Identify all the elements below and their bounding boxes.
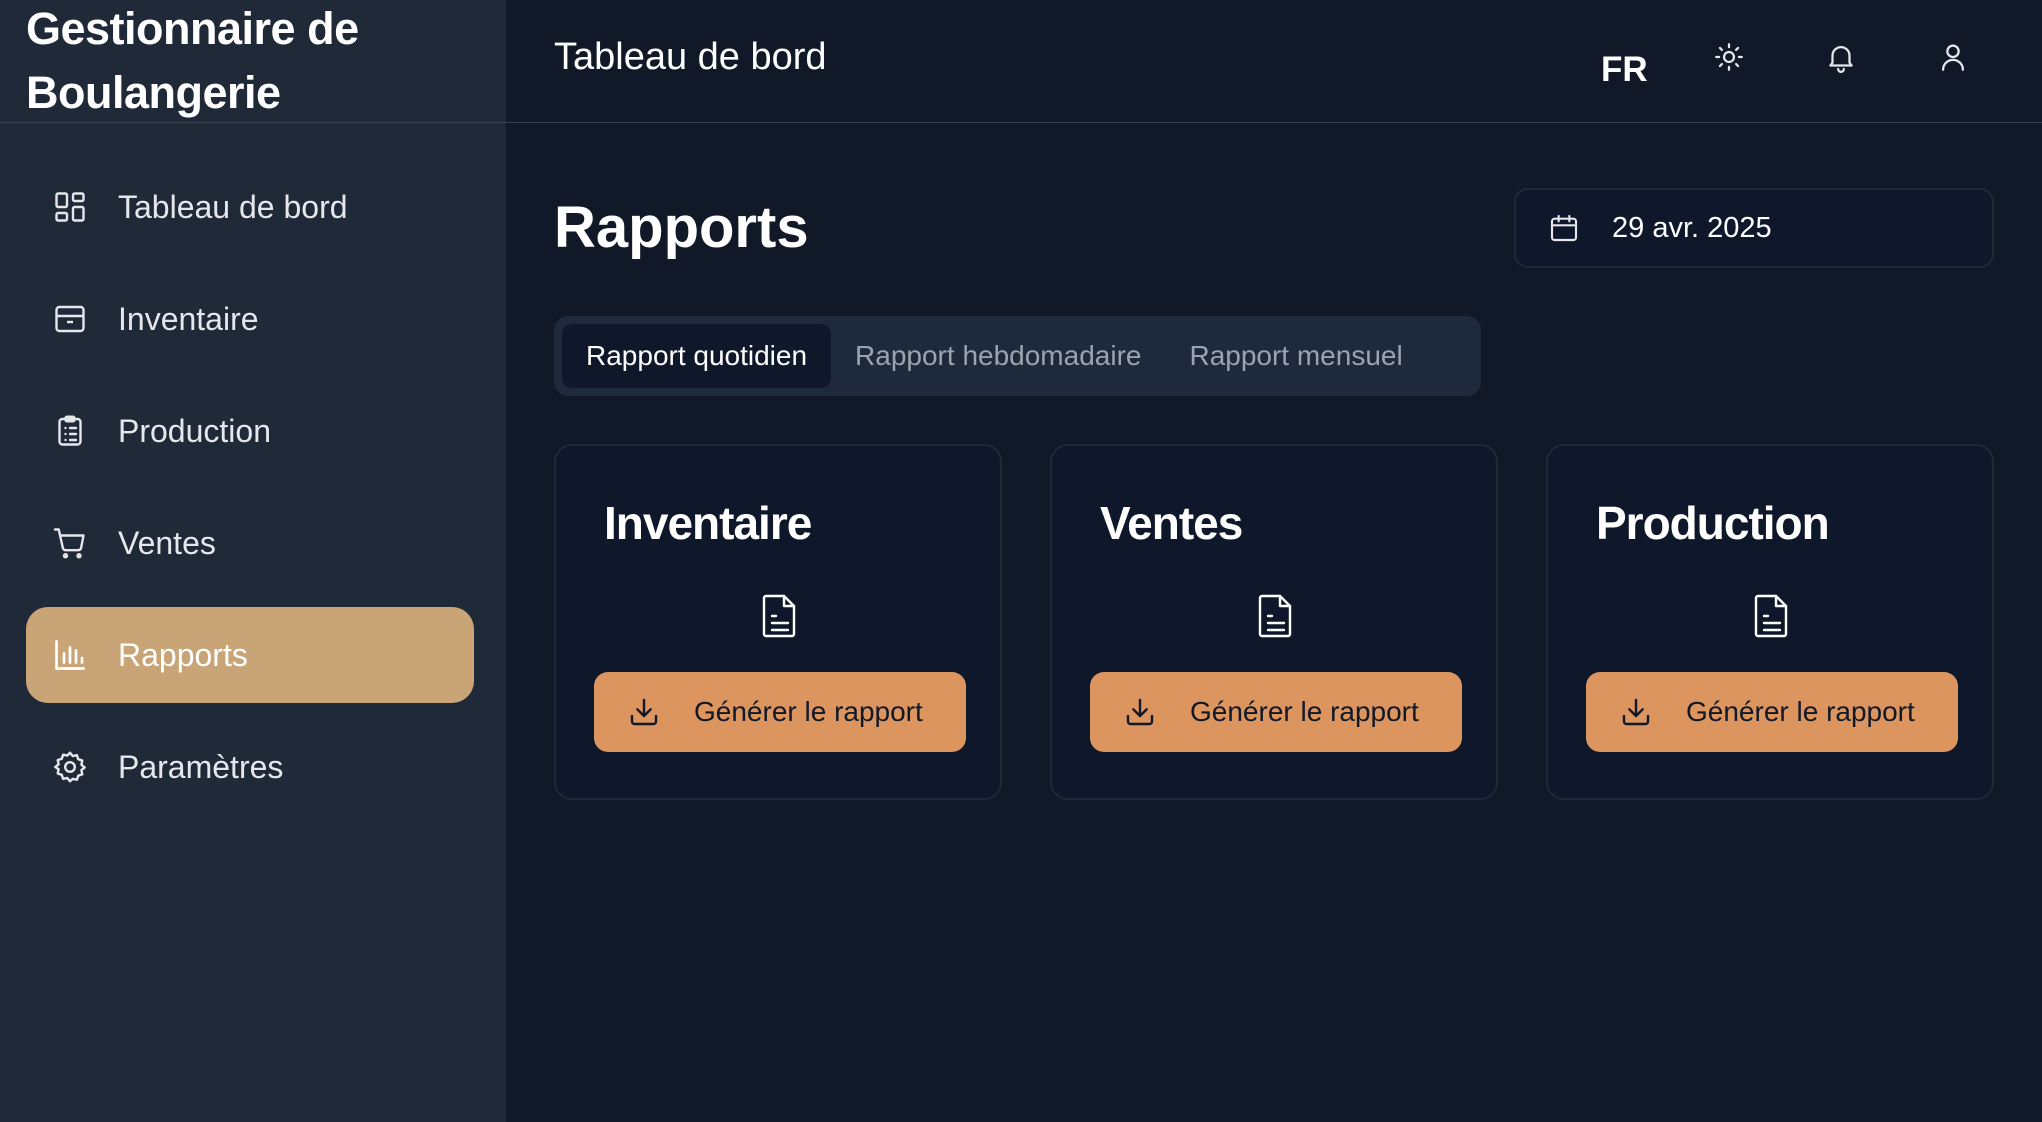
report-card-inventory: Inventaire Générer le rapport — [554, 444, 1002, 800]
app-title: Gestionnaire de Boulangerie — [26, 3, 359, 118]
shopping-cart-icon — [52, 525, 88, 561]
sidebar-item-label: Paramètres — [118, 748, 284, 785]
sidebar-item-label: Ventes — [118, 524, 216, 561]
sidebar-item-label: Tableau de bord — [118, 188, 348, 225]
generate-report-button[interactable]: Générer le rapport — [594, 672, 966, 752]
sidebar-item-label: Rapports — [118, 636, 248, 673]
dashboard-icon — [52, 189, 88, 225]
sidebar-item-reports[interactable]: Rapports — [26, 607, 474, 703]
button-label: Générer le rapport — [1190, 696, 1419, 727]
sidebar-item-label: Production — [118, 412, 271, 449]
sun-icon[interactable] — [1712, 40, 1746, 74]
sidebar-item-label: Inventaire — [118, 300, 259, 337]
card-title: Ventes — [1100, 497, 1243, 549]
top-header: Tableau de bord FR — [506, 0, 2042, 123]
tab-weekly-report[interactable]: Rapport hebdomadaire — [831, 324, 1165, 388]
bell-icon[interactable] — [1824, 40, 1858, 74]
sidebar-nav: Tableau de bord Inventaire Production Ve… — [0, 123, 506, 815]
sidebar-item-settings[interactable]: Paramètres — [26, 719, 474, 815]
report-card-sales: Ventes Générer le rapport — [1050, 444, 1498, 800]
card-title: Inventaire — [604, 497, 812, 549]
download-icon — [1620, 696, 1652, 728]
button-label: Générer le rapport — [1686, 696, 1915, 727]
sidebar-item-production[interactable]: Production — [26, 383, 474, 479]
package-icon — [52, 301, 88, 337]
calendar-icon — [1548, 212, 1580, 244]
header-title: Tableau de bord — [554, 36, 827, 78]
document-icon — [1754, 594, 1790, 638]
download-icon — [1124, 696, 1156, 728]
gear-icon — [52, 749, 88, 785]
report-tabs: Rapport quotidien Rapport hebdomadaire R… — [554, 316, 1481, 396]
date-picker[interactable]: 29 avr. 2025 — [1514, 188, 1994, 268]
sidebar-item-dashboard[interactable]: Tableau de bord — [26, 159, 474, 255]
button-label: Générer le rapport — [694, 696, 923, 727]
clipboard-list-icon — [52, 413, 88, 449]
tab-monthly-report[interactable]: Rapport mensuel — [1165, 324, 1426, 388]
generate-report-button[interactable]: Générer le rapport — [1586, 672, 1958, 752]
language-switch[interactable]: FR — [1601, 50, 1648, 90]
document-icon — [1258, 594, 1294, 638]
sidebar-item-sales[interactable]: Ventes — [26, 495, 474, 591]
report-cards: Inventaire Générer le rapport Ventes Gén… — [554, 444, 1994, 800]
sidebar-item-inventory[interactable]: Inventaire — [26, 271, 474, 367]
bar-chart-icon — [52, 637, 88, 673]
card-title: Production — [1596, 497, 1830, 549]
generate-report-button[interactable]: Générer le rapport — [1090, 672, 1462, 752]
brand: Gestionnaire de Boulangerie — [0, 0, 506, 123]
date-value: 29 avr. 2025 — [1612, 211, 1772, 244]
sidebar: Gestionnaire de Boulangerie Tableau de b… — [0, 0, 506, 1122]
report-card-production: Production Générer le rapport — [1546, 444, 1994, 800]
document-icon — [762, 594, 798, 638]
page-title: Rapports — [554, 195, 809, 260]
user-icon[interactable] — [1936, 40, 1970, 74]
tab-daily-report[interactable]: Rapport quotidien — [562, 324, 832, 388]
download-icon — [628, 696, 660, 728]
